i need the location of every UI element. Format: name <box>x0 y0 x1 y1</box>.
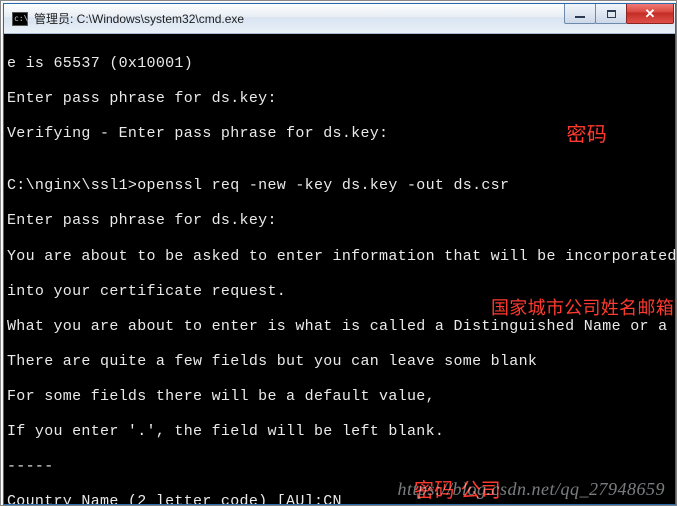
titlebar[interactable]: 管理员: C:\Windows\system32\cmd.exe ✕ <box>4 4 675 34</box>
terminal-line: There are quite a few fields but you can… <box>7 353 669 371</box>
terminal-line: Enter pass phrase for ds.key: <box>7 90 669 108</box>
terminal-line: Enter pass phrase for ds.key: <box>7 212 669 230</box>
terminal-line: C:\nginx\ssl1>openssl req -new -key ds.k… <box>7 177 669 195</box>
terminal-line: into your certificate request. <box>7 283 669 301</box>
window-controls: ✕ <box>565 4 674 24</box>
minimize-icon <box>575 16 585 18</box>
terminal-line: ----- <box>7 458 669 476</box>
cmd-window: 管理员: C:\Windows\system32\cmd.exe ✕ e is … <box>3 3 676 505</box>
annotation-fields: 国家城市公司姓名邮箱等相关信息 <box>491 296 651 320</box>
close-icon: ✕ <box>645 7 656 20</box>
terminal-line: If you enter '.', the field will be left… <box>7 423 669 441</box>
terminal-line: For some fields there will be a default … <box>7 388 669 406</box>
terminal-line: Country Name (2 letter code) [AU]:CN <box>7 493 669 504</box>
terminal-line: e is 65537 (0x10001) <box>7 55 669 73</box>
terminal-output[interactable]: e is 65537 (0x10001) Enter pass phrase f… <box>4 34 675 504</box>
terminal-line: Verifying - Enter pass phrase for ds.key… <box>7 125 669 143</box>
terminal-line: You are about to be asked to enter infor… <box>7 248 669 266</box>
terminal-line: What you are about to enter is what is c… <box>7 318 669 336</box>
maximize-icon <box>607 10 616 18</box>
maximize-button[interactable] <box>595 4 627 24</box>
window-title: 管理员: C:\Windows\system32\cmd.exe <box>34 10 565 27</box>
close-button[interactable]: ✕ <box>626 4 674 24</box>
minimize-button[interactable] <box>564 4 596 24</box>
cmd-icon <box>12 12 28 26</box>
